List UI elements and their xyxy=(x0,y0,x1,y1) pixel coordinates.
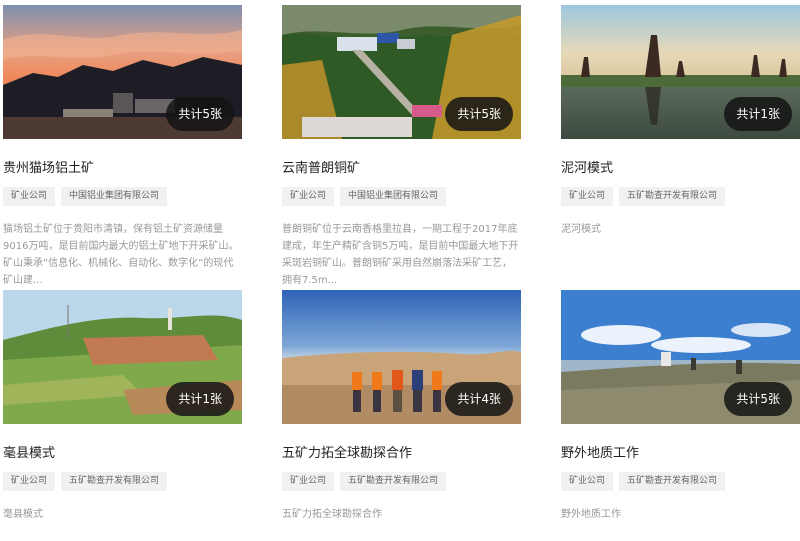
tag-category[interactable]: 矿业公司 xyxy=(282,472,335,491)
tag-category[interactable]: 矿业公司 xyxy=(561,187,614,206)
card-description: 五矿力拓全球勘探合作 xyxy=(282,509,382,520)
card-description: 毫县模式 xyxy=(3,509,43,520)
tag-company[interactable]: 五矿勘查开发有限公司 xyxy=(61,472,168,491)
card-title[interactable]: 毫县模式 xyxy=(3,442,55,461)
tag-company[interactable]: 五矿勘查开发有限公司 xyxy=(619,472,726,491)
card-title[interactable]: 泥河模式 xyxy=(561,157,613,176)
card-photo[interactable]: 共计4张 xyxy=(282,290,521,424)
photo-count-badge: 共计1张 xyxy=(166,382,234,416)
photo-count-badge: 共计1张 xyxy=(724,97,792,131)
gallery-card[interactable]: 共计5张 贵州猫场铝土矿 矿业公司 中国铝业集团有限公司 猫场铝土矿位于贵阳市清… xyxy=(3,5,242,286)
card-tags: 矿业公司 中国铝业集团有限公司 xyxy=(282,187,447,206)
card-description: 猫场铝土矿位于贵阳市清镇，保有铝土矿资源储量9016万吨，是目前国内最大的铝土矿… xyxy=(3,224,239,286)
card-tags: 矿业公司 五矿勘查开发有限公司 xyxy=(3,472,168,491)
card-tags: 矿业公司 五矿勘查开发有限公司 xyxy=(561,187,726,206)
card-tags: 矿业公司 五矿勘查开发有限公司 xyxy=(561,472,726,491)
photo-count-badge: 共计5张 xyxy=(166,97,234,131)
tag-category[interactable]: 矿业公司 xyxy=(282,187,335,206)
tag-category[interactable]: 矿业公司 xyxy=(561,472,614,491)
card-title[interactable]: 贵州猫场铝土矿 xyxy=(3,157,94,176)
gallery-card[interactable]: 共计4张 五矿力拓全球勘探合作 矿业公司 五矿勘查开发有限公司 五矿力拓全球勘探… xyxy=(282,290,521,520)
card-title[interactable]: 五矿力拓全球勘探合作 xyxy=(282,442,412,461)
tag-category[interactable]: 矿业公司 xyxy=(3,472,56,491)
tag-company[interactable]: 中国铝业集团有限公司 xyxy=(61,187,168,206)
gallery-card[interactable]: 共计1张 泥河模式 矿业公司 五矿勘查开发有限公司 泥河模式 xyxy=(561,5,800,235)
photo-count-badge: 共计5张 xyxy=(724,382,792,416)
tag-company[interactable]: 中国铝业集团有限公司 xyxy=(340,187,447,206)
card-tags: 矿业公司 中国铝业集团有限公司 xyxy=(3,187,168,206)
card-description: 普朗铜矿位于云南香格里拉县，一期工程于2017年底建成，年生产精矿含铜5万吨，是… xyxy=(282,224,519,286)
photo-count-badge: 共计4张 xyxy=(445,382,513,416)
tag-company[interactable]: 五矿勘查开发有限公司 xyxy=(619,187,726,206)
card-description: 泥河模式 xyxy=(561,224,601,235)
gallery-card[interactable]: 共计1张 毫县模式 矿业公司 五矿勘查开发有限公司 毫县模式 xyxy=(3,290,242,520)
tag-category[interactable]: 矿业公司 xyxy=(3,187,56,206)
card-title[interactable]: 云南普朗铜矿 xyxy=(282,157,360,176)
card-photo[interactable]: 共计5张 xyxy=(282,5,521,139)
tag-company[interactable]: 五矿勘查开发有限公司 xyxy=(340,472,447,491)
card-description: 野外地质工作 xyxy=(561,509,621,520)
card-photo[interactable]: 共计1张 xyxy=(561,5,800,139)
card-photo[interactable]: 共计5张 xyxy=(3,5,242,139)
card-photo[interactable]: 共计1张 xyxy=(3,290,242,424)
card-tags: 矿业公司 五矿勘查开发有限公司 xyxy=(282,472,447,491)
gallery-card[interactable]: 共计5张 云南普朗铜矿 矿业公司 中国铝业集团有限公司 普朗铜矿位于云南香格里拉… xyxy=(282,5,521,286)
card-photo[interactable]: 共计5张 xyxy=(561,290,800,424)
gallery-card[interactable]: 共计5张 野外地质工作 矿业公司 五矿勘查开发有限公司 野外地质工作 xyxy=(561,290,800,520)
photo-count-badge: 共计5张 xyxy=(445,97,513,131)
card-title[interactable]: 野外地质工作 xyxy=(561,442,639,461)
